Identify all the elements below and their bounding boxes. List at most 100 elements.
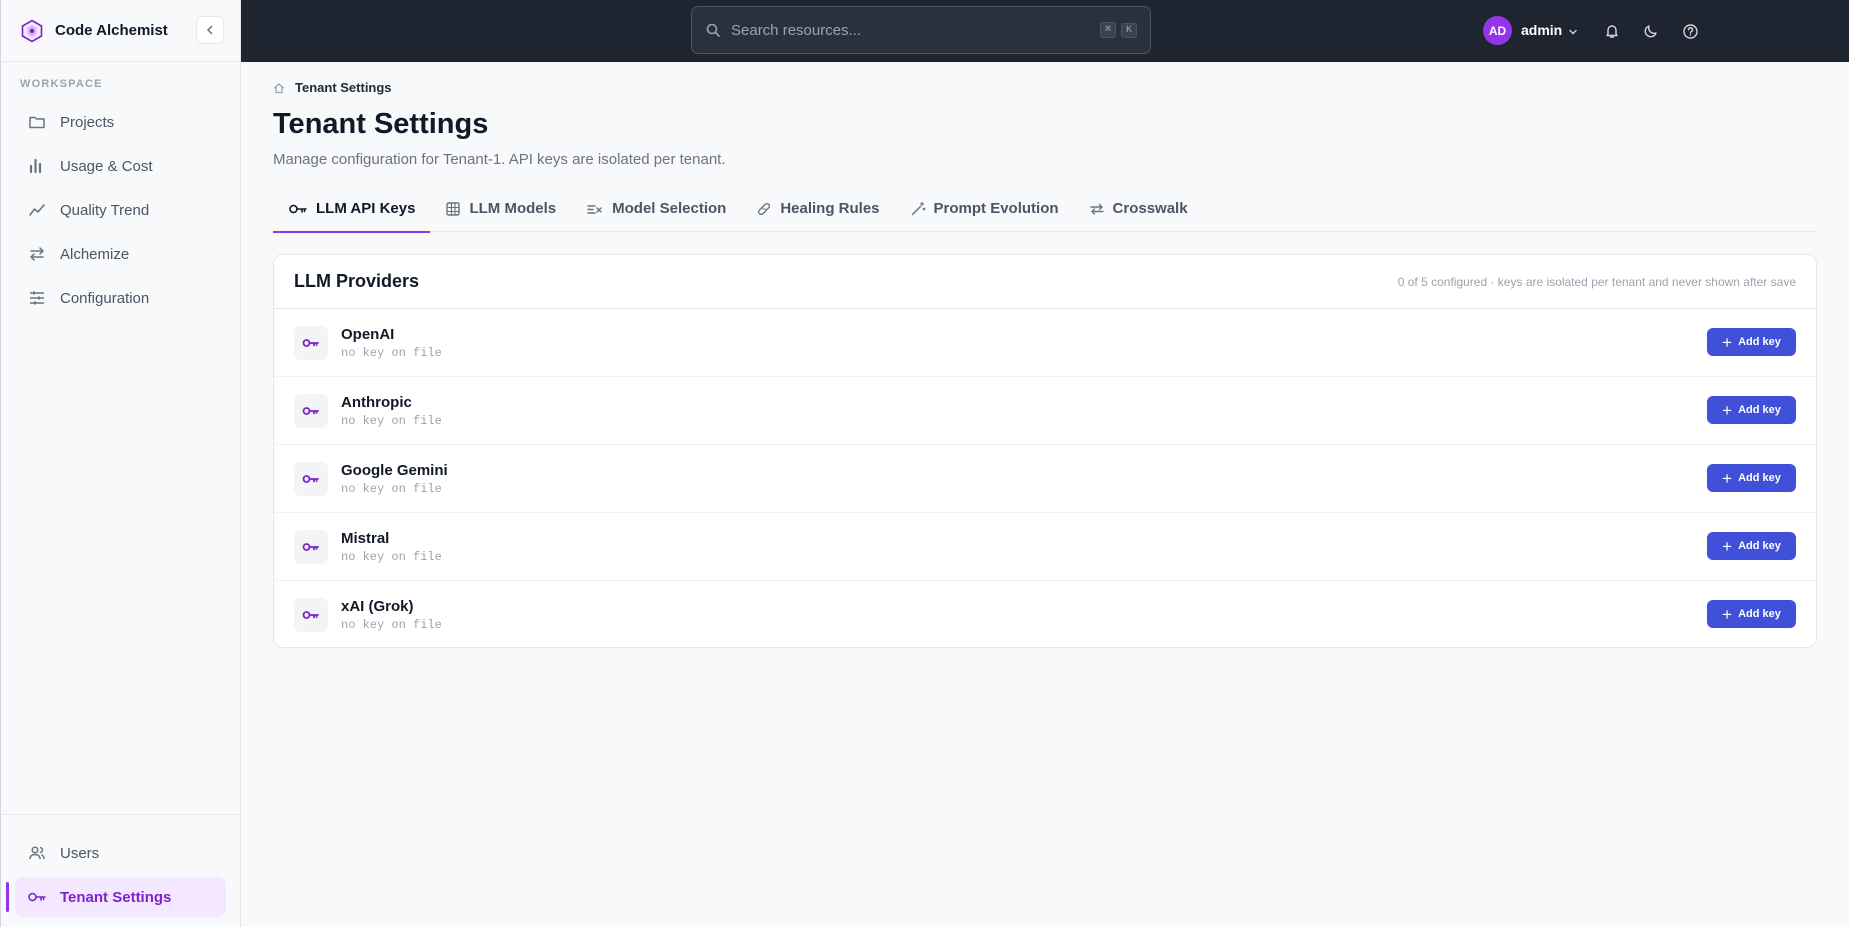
tab-model-selection[interactable]: Model Selection <box>571 185 741 232</box>
key-icon <box>294 598 328 632</box>
moon-icon[interactable] <box>1641 21 1661 41</box>
add-key-label: Add key <box>1738 336 1781 348</box>
brand-name: Code Alchemist <box>55 22 168 39</box>
tab-label: Healing Rules <box>780 200 880 217</box>
sidebar-item-usage-cost[interactable]: Usage & Cost <box>15 146 226 186</box>
home-icon[interactable] <box>273 82 285 94</box>
shortcut-key-k: K <box>1120 22 1137 38</box>
sidebar-item-label: Users <box>60 844 100 862</box>
sidebar-item-label: Alchemize <box>60 245 130 263</box>
help-icon[interactable] <box>1680 21 1700 41</box>
chevron-down-icon[interactable] <box>1568 24 1578 42</box>
key-icon <box>294 461 328 496</box>
sidebar-item-alchemize[interactable]: Alchemize <box>15 234 226 274</box>
plus-icon: + <box>1722 332 1733 352</box>
add-key-button-anthropic[interactable]: + Add key <box>1707 396 1796 424</box>
folder-icon <box>27 112 47 132</box>
tab-llm-api-keys[interactable]: LLM API Keys <box>273 185 431 233</box>
tab-label: Model Selection <box>612 200 727 217</box>
sidebar-item-label: Projects <box>60 113 115 131</box>
add-key-button-xai-grok[interactable]: + Add key <box>1707 600 1796 628</box>
tab-crosswalk[interactable]: Crosswalk <box>1074 185 1203 232</box>
sidebar-item-configuration[interactable]: Configuration <box>15 278 226 318</box>
key-icon <box>294 325 328 360</box>
provider-status: no key on file <box>341 549 442 564</box>
chevron-left-icon <box>206 25 213 35</box>
user-name[interactable]: admin <box>1521 22 1562 38</box>
provider-status: no key on file <box>341 481 442 496</box>
key-icon <box>288 201 308 217</box>
add-key-button-google-gemini[interactable]: + Add key <box>1707 464 1796 492</box>
provider-row-anthropic: Anthropic no key on file + Add key <box>274 377 1816 445</box>
search-box[interactable]: ⌘ K <box>691 6 1151 54</box>
sidebar-item-label: Configuration <box>60 289 150 307</box>
plus-icon: + <box>1722 604 1733 624</box>
sliders-icon <box>27 288 47 308</box>
tab-label: LLM Models <box>469 200 557 217</box>
trend-icon <box>27 200 47 220</box>
bar-chart-icon <box>27 156 47 176</box>
tab-llm-models[interactable]: LLM Models <box>430 185 571 232</box>
plus-icon: + <box>1722 400 1733 420</box>
key-icon <box>27 887 47 907</box>
grid-icon <box>445 201 461 217</box>
bell-icon[interactable] <box>1602 21 1622 41</box>
sidebar-item-quality-trend[interactable]: Quality Trend <box>15 190 226 230</box>
plus-icon: + <box>1722 536 1733 556</box>
provider-status: no key on file <box>341 413 442 428</box>
sidebar-item-tenant-settings[interactable]: Tenant Settings <box>15 877 226 917</box>
provider-row-xai-grok: xAI (Grok) no key on file + Add key <box>274 581 1816 647</box>
add-key-label: Add key <box>1738 472 1781 484</box>
add-key-button-openai[interactable]: + Add key <box>1707 328 1796 356</box>
sidebar-bottom: Users Tenant Settings <box>1 814 240 927</box>
magic-wand-icon <box>910 201 926 217</box>
topbar: ⌘ K AD admin <box>241 0 1849 62</box>
llm-providers-card: LLM Providers 0 of 5 configured · keys a… <box>273 254 1817 648</box>
add-key-label: Add key <box>1738 540 1781 552</box>
breadcrumb-current: Tenant Settings <box>295 80 392 95</box>
key-icon <box>294 529 328 564</box>
provider-name: Google Gemini <box>341 461 448 479</box>
sidebar-item-users[interactable]: Users <box>15 833 226 873</box>
sidebar: Code Alchemist WORKSPACE Projects Usage … <box>0 0 241 927</box>
tab-healing-rules[interactable]: Healing Rules <box>741 185 894 232</box>
provider-row-openai: OpenAI no key on file + Add key <box>274 309 1816 377</box>
swap-icon <box>1089 201 1105 217</box>
breadcrumb: Tenant Settings <box>273 80 392 95</box>
active-indicator <box>6 882 9 912</box>
sidebar-item-projects[interactable]: Projects <box>15 102 226 142</box>
add-key-label: Add key <box>1738 608 1781 620</box>
card-title: LLM Providers <box>294 271 420 291</box>
logo-icon <box>19 18 45 44</box>
tab-label: Crosswalk <box>1112 200 1188 217</box>
add-key-button-mistral[interactable]: + Add key <box>1707 532 1796 560</box>
avatar[interactable]: AD <box>1483 16 1512 45</box>
search-icon <box>705 22 721 38</box>
sidebar-item-label: Usage & Cost <box>60 157 153 175</box>
provider-name: OpenAI <box>341 325 395 343</box>
bandage-icon <box>756 201 772 217</box>
users-icon <box>27 843 47 863</box>
search-input[interactable] <box>731 21 1095 39</box>
section-label-workspace: WORKSPACE <box>20 78 103 90</box>
provider-status: no key on file <box>341 345 442 360</box>
settings-tabs: LLM API Keys LLM Models Model Selection … <box>273 185 1817 233</box>
list-check-icon <box>586 201 604 217</box>
provider-name: Mistral <box>341 529 390 547</box>
tab-label: LLM API Keys <box>316 200 416 217</box>
collapse-sidebar-button[interactable] <box>196 16 224 44</box>
page-subtitle: Manage configuration for Tenant-1. API k… <box>273 151 726 168</box>
tab-prompt-evolution[interactable]: Prompt Evolution <box>895 185 1074 232</box>
card-header: LLM Providers 0 of 5 configured · keys a… <box>274 255 1816 309</box>
sidebar-item-label: Quality Trend <box>60 201 150 219</box>
provider-name: xAI (Grok) <box>341 598 414 615</box>
provider-name: Anthropic <box>341 393 412 411</box>
plus-icon: + <box>1722 468 1733 488</box>
shortcut-key-cmd: ⌘ <box>1099 22 1116 38</box>
key-icon <box>294 393 328 428</box>
page-title: Tenant Settings <box>273 108 489 140</box>
configured-count-note: 0 of 5 configured · keys are isolated pe… <box>1397 274 1796 289</box>
sidebar-item-label: Tenant Settings <box>60 888 172 906</box>
swap-icon <box>27 244 47 264</box>
tab-label: Prompt Evolution <box>933 200 1059 217</box>
